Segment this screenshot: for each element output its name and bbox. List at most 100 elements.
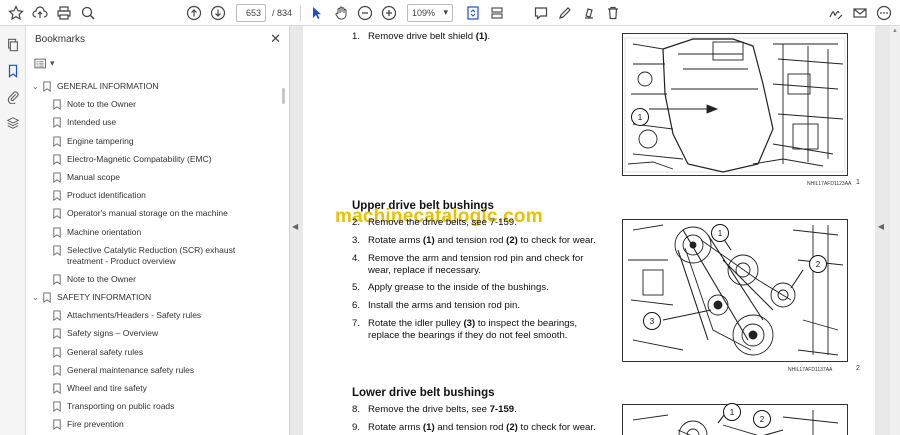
- zoom-in-icon[interactable]: [377, 2, 401, 24]
- figure-1-drive-belt-shield: 1: [622, 33, 848, 176]
- bookmarks-panel-icon[interactable]: [0, 58, 26, 84]
- bookmark-icon: [53, 136, 61, 147]
- figure-2-callout-3: 3: [643, 312, 661, 330]
- bookmark-star-icon[interactable]: [4, 2, 28, 24]
- page-number-input[interactable]: 653: [236, 3, 266, 22]
- search-icon[interactable]: [76, 2, 100, 24]
- bookmark-icon: [53, 383, 61, 394]
- step-7: 7. Rotate the idler pulley (3) to inspect…: [352, 318, 602, 342]
- bookmark-section[interactable]: ⌄ SAFETY INFORMATION: [26, 292, 280, 310]
- step-number: 3.: [352, 235, 361, 246]
- collapse-right-icon[interactable]: ◀: [878, 222, 884, 231]
- step-text-part: to check for wear.: [517, 422, 596, 433]
- bookmark-item-label: Machine orientation: [67, 226, 142, 237]
- zoom-out-icon[interactable]: [353, 2, 377, 24]
- bookmark-item[interactable]: Wheel and tire safety: [26, 383, 280, 401]
- bookmark-icon: [53, 117, 61, 129]
- main-toolbar: 653 / 834 109% ▾: [0, 0, 900, 26]
- scroll-up-icon[interactable]: ▲: [892, 28, 898, 34]
- step-number: 9.: [352, 422, 361, 433]
- bookmark-icon: [53, 226, 61, 238]
- bookmark-item[interactable]: Machine orientation: [26, 227, 280, 245]
- bookmark-item-label: Product identification: [67, 190, 146, 201]
- page-down-icon[interactable]: [206, 2, 230, 24]
- page-up-icon[interactable]: [182, 2, 206, 24]
- bookmark-icon: [53, 419, 61, 431]
- bookmark-item-label: Electro-Magnetic Compatability (EMC): [67, 153, 212, 164]
- bookmark-item[interactable]: Intended use: [26, 117, 280, 135]
- bookmark-item[interactable]: Transporting on public roads: [26, 401, 280, 419]
- chevron-down-icon: ▾: [50, 57, 55, 68]
- collapse-left-icon[interactable]: ◀: [292, 222, 298, 231]
- bookmark-item[interactable]: Attachments/Headers - Safety rules: [26, 310, 280, 328]
- figure-3-lower-bushings: 1 2: [622, 403, 848, 435]
- bookmark-item[interactable]: Engine tampering: [26, 136, 280, 154]
- bookmark-section[interactable]: ⌄ GENERAL INFORMATION: [26, 81, 280, 99]
- bookmark-item[interactable]: General maintenance safety rules: [26, 365, 280, 383]
- pages-icon[interactable]: [0, 32, 26, 58]
- bookmark-item-label: Engine tampering: [67, 135, 134, 146]
- figure-2-drawing: [628, 224, 844, 356]
- hand-tool-icon[interactable]: [329, 2, 353, 24]
- chevron-down-icon[interactable]: ⌄: [32, 81, 42, 92]
- bookmark-item[interactable]: Note to the Owner: [26, 274, 280, 292]
- delete-icon[interactable]: [601, 2, 625, 24]
- bookmark-icon: [53, 347, 61, 358]
- step-ref: (1): [422, 235, 435, 246]
- step-number: 5.: [352, 282, 361, 293]
- bookmark-item[interactable]: Safety signs – Overview: [26, 328, 280, 346]
- step-text-part: and tension rod: [434, 422, 507, 433]
- bookmarks-scrollbar[interactable]: [282, 88, 285, 104]
- step-text-part: Rotate arms: [368, 422, 423, 433]
- bookmark-options-button[interactable]: ▾: [34, 55, 56, 71]
- step-text-part: .: [487, 31, 491, 42]
- bookmark-icon: [53, 274, 61, 285]
- page-fit-icon[interactable]: [461, 2, 485, 24]
- bookmark-item-label: Selective Catalytic Reduction (SCR) exha…: [67, 244, 236, 266]
- close-icon[interactable]: ✕: [270, 31, 281, 47]
- comment-icon[interactable]: [529, 2, 553, 24]
- step-text-part: Rotate arms: [368, 235, 423, 246]
- bookmark-item[interactable]: Operator's manual storage on the machine: [26, 208, 280, 226]
- attachment-icon[interactable]: [0, 84, 26, 110]
- bookmark-item[interactable]: Note to the Owner: [26, 99, 280, 117]
- step-text: Rotate arms (1) and tension rod (2) to c…: [368, 422, 600, 434]
- left-rail: [0, 26, 26, 435]
- select-arrow-icon[interactable]: [305, 2, 329, 24]
- scroll-mode-icon[interactable]: [485, 2, 509, 24]
- bookmark-icon: [43, 292, 51, 304]
- page-total-label: / 834: [272, 7, 293, 18]
- bookmark-icon: [53, 245, 61, 256]
- upload-cloud-icon[interactable]: [28, 2, 52, 24]
- sign-icon[interactable]: [824, 2, 848, 24]
- step-text-part: Remove drive belt shield: [368, 31, 476, 42]
- bookmark-item[interactable]: Fire prevention: [26, 419, 280, 435]
- bookmarks-title: Bookmarks: [35, 33, 86, 45]
- figure-3-callout-2: 2: [753, 410, 771, 428]
- email-icon[interactable]: [848, 2, 872, 24]
- step-text-part: and tension rod: [434, 235, 507, 246]
- document-area: ◀ 1. Remove drive belt shield (1). 1 NHI…: [290, 26, 900, 435]
- bookmark-icon: [53, 172, 61, 183]
- step-ref: (2): [506, 235, 518, 246]
- chevron-down-icon[interactable]: ⌄: [32, 292, 42, 303]
- bookmark-item[interactable]: Manual scope: [26, 172, 280, 190]
- bookmark-item[interactable]: Electro-Magnetic Compatability (EMC): [26, 154, 280, 172]
- bookmark-item[interactable]: Product identification: [26, 190, 280, 208]
- step-number: 7.: [352, 318, 361, 329]
- layers-icon[interactable]: [0, 110, 26, 136]
- bookmark-item-label: Manual scope: [67, 171, 120, 182]
- bookmark-item[interactable]: General safety rules: [26, 347, 280, 365]
- pen-draw-icon[interactable]: [553, 2, 577, 24]
- list-options-icon: [34, 58, 46, 68]
- print-icon[interactable]: [52, 2, 76, 24]
- bookmark-item-label: Note to the Owner: [67, 273, 136, 284]
- highlight-icon[interactable]: [577, 2, 601, 24]
- step-text: Apply grease to the inside of the bushin…: [368, 282, 549, 293]
- more-options-icon[interactable]: [872, 2, 896, 24]
- bookmark-item-label: General safety rules: [67, 346, 144, 357]
- document-scrollbar[interactable]: ▲: [890, 26, 900, 435]
- zoom-level-select[interactable]: 109% ▾: [407, 3, 454, 22]
- figure-2-caption: NHIL17AFD1137AA: [788, 367, 833, 373]
- bookmark-item[interactable]: Selective Catalytic Reduction (SCR) exha…: [26, 245, 280, 274]
